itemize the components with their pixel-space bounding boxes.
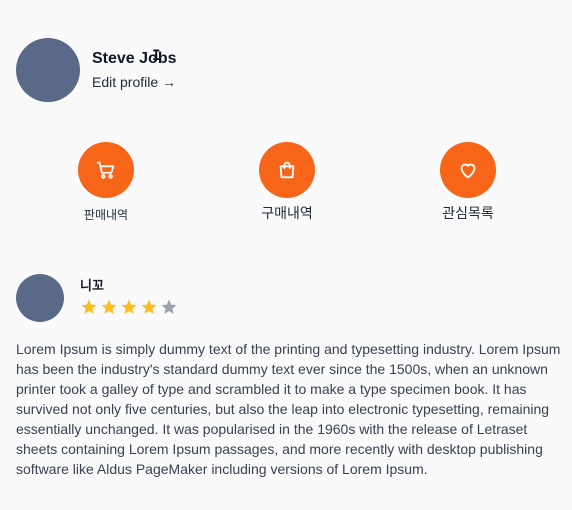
heart-icon [460, 163, 476, 179]
sales-history-circle[interactable] [78, 142, 134, 198]
purchase-history-button[interactable]: 구매내역 [242, 142, 332, 223]
wishlist-button[interactable]: 관심목록 [423, 142, 513, 223]
star-filled-icon [141, 299, 157, 314]
sales-history-label: 판매내역 [83, 208, 129, 222]
shopping-bag-icon [279, 161, 295, 179]
avatar[interactable] [16, 38, 80, 102]
reviewer-name: 니꼬 [80, 278, 104, 293]
profile-header: Steve Jobs I Edit profile → [16, 38, 176, 102]
purchase-history-label: 구매내역 [261, 205, 313, 221]
purchase-history-circle[interactable] [259, 142, 315, 198]
wishlist-label: 관심목록 [442, 205, 494, 221]
sales-history-button[interactable]: 판매내역 [61, 142, 151, 223]
action-menu: 판매내역 구매내역 관심목록 [0, 142, 572, 232]
reviewer-avatar[interactable] [16, 274, 64, 322]
star-filled-icon [121, 299, 137, 314]
profile-name-text: Steve Jobs [92, 50, 177, 67]
shopping-cart-icon [96, 161, 115, 179]
wishlist-circle[interactable] [440, 142, 496, 198]
text-cursor-icon: I [152, 48, 161, 64]
edit-profile-link[interactable]: Edit profile → [92, 73, 176, 91]
review-header: 니꼬 [16, 274, 180, 322]
review-text: Lorem Ipsum is simply dummy text of the … [16, 341, 561, 477]
profile-name: Steve Jobs I [92, 48, 177, 69]
star-filled-icon [81, 299, 97, 314]
review-meta: 니꼬 [80, 274, 180, 322]
star-empty-icon [161, 299, 177, 314]
star-filled-icon [101, 299, 117, 314]
star-rating [80, 298, 180, 316]
profile-text: Steve Jobs I Edit profile → [92, 48, 177, 91]
